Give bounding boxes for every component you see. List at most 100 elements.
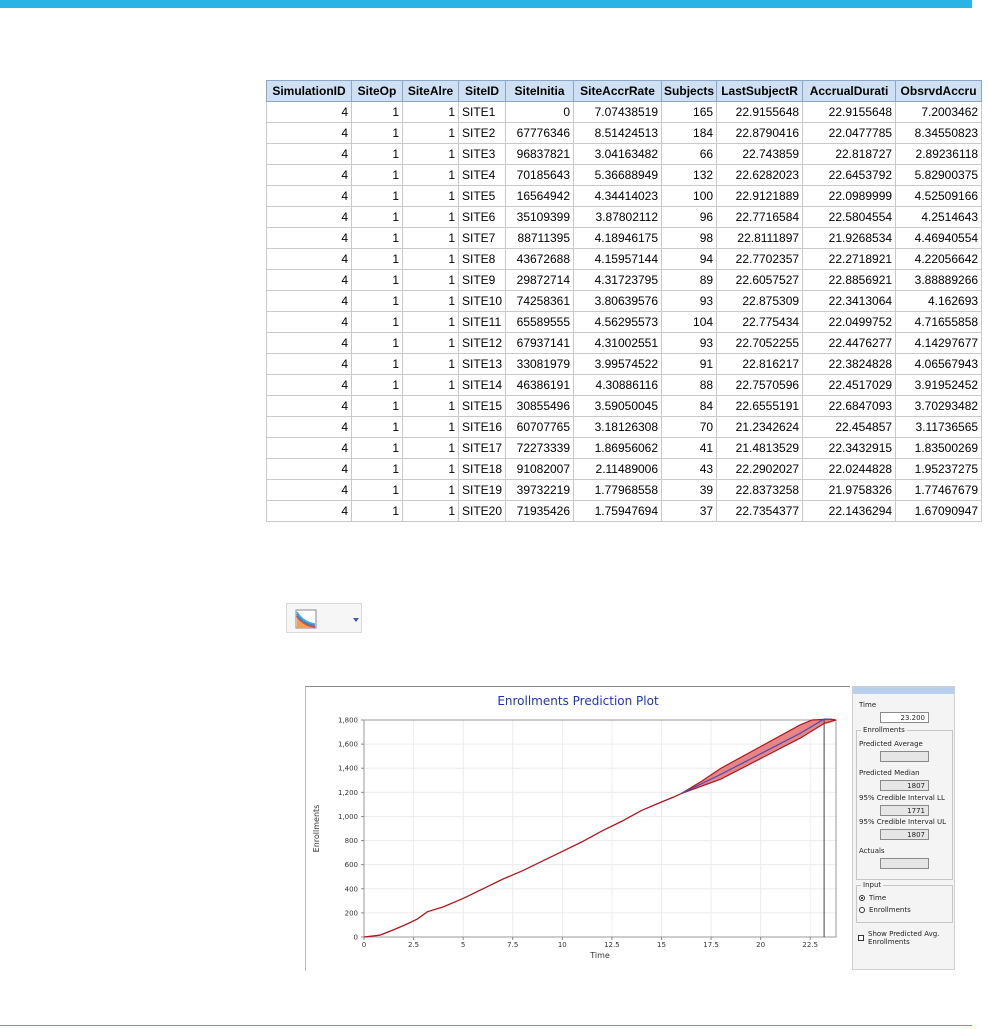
- cell-site-alre[interactable]: 1: [402, 164, 459, 186]
- cell-last-subject-r[interactable]: 22.6057527: [716, 269, 804, 291]
- cell-site-alre[interactable]: 1: [402, 269, 459, 291]
- table-row[interactable]: 4 1 1 SITE1 0 7.07438519 165 22.9155648 22.91556…: [266, 101, 983, 123]
- cell-site-alre[interactable]: 1: [402, 395, 459, 417]
- cell-site-alre[interactable]: 1: [402, 101, 459, 123]
- cell-obsrvd-accru[interactable]: 4.2514643: [895, 206, 983, 228]
- cell-site-id[interactable]: SITE5: [457, 185, 507, 207]
- cell-accrual-durati[interactable]: 22.2718921: [802, 248, 897, 270]
- cell-obsrvd-accru[interactable]: 5.82900375: [895, 164, 983, 186]
- cell-obsrvd-accru[interactable]: 4.71655858: [895, 311, 983, 333]
- cell-subjects[interactable]: 88: [661, 374, 718, 396]
- cell-site-accr-rate[interactable]: 4.56295573: [573, 311, 663, 333]
- cell-site-alre[interactable]: 1: [402, 332, 459, 354]
- input-time-radio[interactable]: [859, 895, 865, 901]
- cell-site-id[interactable]: SITE14: [457, 374, 507, 396]
- cell-site-op[interactable]: 1: [351, 458, 403, 480]
- cell-obsrvd-accru[interactable]: 4.52509166: [895, 185, 983, 207]
- cell-last-subject-r[interactable]: 22.743859: [716, 143, 804, 165]
- enrollments-prediction-plot[interactable]: Enrollments Prediction Plot 0 200 400 600 80…: [305, 686, 850, 971]
- table-row[interactable]: 4 1 1 SITE8 43672688 4.15957144 94 22.7702357 22…: [266, 248, 983, 270]
- cell-subjects[interactable]: 39: [661, 479, 718, 501]
- cell-subjects[interactable]: 96: [661, 206, 718, 228]
- cell-obsrvd-accru[interactable]: 1.95237275: [895, 458, 983, 480]
- cell-last-subject-r[interactable]: 22.7716584: [716, 206, 804, 228]
- cell-obsrvd-accru[interactable]: 4.06567943: [895, 353, 983, 375]
- cell-site-id[interactable]: SITE10: [457, 290, 507, 312]
- cell-site-alre[interactable]: 1: [402, 143, 459, 165]
- cell-site-alre[interactable]: 1: [402, 311, 459, 333]
- table-row[interactable]: 4 1 1 SITE10 74258361 3.80639576 93 22.875309 22…: [266, 290, 983, 312]
- cell-site-id[interactable]: SITE17: [457, 437, 507, 459]
- cell-site-initia[interactable]: 91082007: [505, 458, 575, 480]
- col-header-sitealre[interactable]: SiteAlre: [402, 80, 459, 102]
- cell-subjects[interactable]: 70: [661, 416, 718, 438]
- cell-site-initia[interactable]: 39732219: [505, 479, 575, 501]
- cell-obsrvd-accru[interactable]: 2.89236118: [895, 143, 983, 165]
- cell-site-alre[interactable]: 1: [402, 479, 459, 501]
- table-row[interactable]: 4 1 1 SITE14 46386191 4.30886116 88 22.7570596 2…: [266, 374, 983, 396]
- cell-last-subject-r[interactable]: 22.2902027: [716, 458, 804, 480]
- col-header-lastsubjectr[interactable]: LastSubjectR: [716, 80, 804, 102]
- cell-obsrvd-accru[interactable]: 7.2003462: [895, 101, 983, 123]
- cell-subjects[interactable]: 184: [661, 122, 718, 144]
- cell-simulation-id[interactable]: 4: [266, 122, 352, 144]
- cell-subjects[interactable]: 93: [661, 332, 718, 354]
- cell-accrual-durati[interactable]: 22.3432915: [802, 437, 897, 459]
- cell-accrual-durati[interactable]: 22.6847093: [802, 395, 897, 417]
- table-row[interactable]: 4 1 1 SITE17 72273339 1.86956062 41 21.4813529 2…: [266, 437, 983, 459]
- cell-site-initia[interactable]: 67776346: [505, 122, 575, 144]
- cell-site-id[interactable]: SITE8: [457, 248, 507, 270]
- cell-site-accr-rate[interactable]: 8.51424513: [573, 122, 663, 144]
- chevron-down-icon[interactable]: [353, 618, 359, 622]
- cell-site-accr-rate[interactable]: 3.87802112: [573, 206, 663, 228]
- cell-last-subject-r[interactable]: 21.2342624: [716, 416, 804, 438]
- cell-site-accr-rate[interactable]: 1.86956062: [573, 437, 663, 459]
- cell-site-accr-rate[interactable]: 2.11489006: [573, 458, 663, 480]
- cell-accrual-durati[interactable]: 21.9758326: [802, 479, 897, 501]
- cell-simulation-id[interactable]: 4: [266, 290, 352, 312]
- cell-site-op[interactable]: 1: [351, 248, 403, 270]
- cell-accrual-durati[interactable]: 22.3413064: [802, 290, 897, 312]
- cell-site-op[interactable]: 1: [351, 101, 403, 123]
- cell-last-subject-r[interactable]: 22.8111897: [716, 227, 804, 249]
- cell-simulation-id[interactable]: 4: [266, 416, 352, 438]
- cell-last-subject-r[interactable]: 22.8373258: [716, 479, 804, 501]
- cell-obsrvd-accru[interactable]: 1.67090947: [895, 500, 983, 522]
- cell-site-accr-rate[interactable]: 4.30886116: [573, 374, 663, 396]
- plot-canvas[interactable]: 0 200 400 600 800 1,000 1,200 1,400 1,600 1,800 0 2…: [306, 687, 850, 971]
- col-header-subjects[interactable]: Subjects: [661, 80, 718, 102]
- cell-site-initia[interactable]: 30855496: [505, 395, 575, 417]
- cell-accrual-durati[interactable]: 21.9268534: [802, 227, 897, 249]
- cell-site-id[interactable]: SITE1: [457, 101, 507, 123]
- col-header-obsrvdaccru[interactable]: ObsrvdAccru: [895, 80, 983, 102]
- cell-site-op[interactable]: 1: [351, 374, 403, 396]
- cell-site-initia[interactable]: 60707765: [505, 416, 575, 438]
- cell-obsrvd-accru[interactable]: 3.11736565: [895, 416, 983, 438]
- cell-subjects[interactable]: 84: [661, 395, 718, 417]
- cell-site-accr-rate[interactable]: 3.59050045: [573, 395, 663, 417]
- cell-site-alre[interactable]: 1: [402, 458, 459, 480]
- cell-site-op[interactable]: 1: [351, 164, 403, 186]
- cell-obsrvd-accru[interactable]: 1.77467679: [895, 479, 983, 501]
- cell-simulation-id[interactable]: 4: [266, 101, 352, 123]
- cell-site-accr-rate[interactable]: 3.18126308: [573, 416, 663, 438]
- cell-site-initia[interactable]: 29872714: [505, 269, 575, 291]
- cell-site-initia[interactable]: 71935426: [505, 500, 575, 522]
- cell-site-op[interactable]: 1: [351, 143, 403, 165]
- col-header-siteid[interactable]: SiteID: [457, 80, 507, 102]
- cell-site-accr-rate[interactable]: 1.77968558: [573, 479, 663, 501]
- cell-simulation-id[interactable]: 4: [266, 269, 352, 291]
- table-row[interactable]: 4 1 1 SITE2 67776346 8.51424513 184 22.8790416 2…: [266, 122, 983, 144]
- table-row[interactable]: 4 1 1 SITE20 71935426 1.75947694 37 22.7354377 2…: [266, 500, 983, 522]
- cell-site-alre[interactable]: 1: [402, 185, 459, 207]
- cell-site-id[interactable]: SITE20: [457, 500, 507, 522]
- cell-site-id[interactable]: SITE13: [457, 353, 507, 375]
- cell-last-subject-r[interactable]: 22.7570596: [716, 374, 804, 396]
- cell-site-op[interactable]: 1: [351, 185, 403, 207]
- cell-accrual-durati[interactable]: 22.4476277: [802, 332, 897, 354]
- cell-obsrvd-accru[interactable]: 4.46940554: [895, 227, 983, 249]
- table-row[interactable]: 4 1 1 SITE6 35109399 3.87802112 96 22.7716584 22…: [266, 206, 983, 228]
- cell-site-id[interactable]: SITE7: [457, 227, 507, 249]
- table-row[interactable]: 4 1 1 SITE7 88711395 4.18946175 98 22.8111897 21…: [266, 227, 983, 249]
- cell-site-op[interactable]: 1: [351, 122, 403, 144]
